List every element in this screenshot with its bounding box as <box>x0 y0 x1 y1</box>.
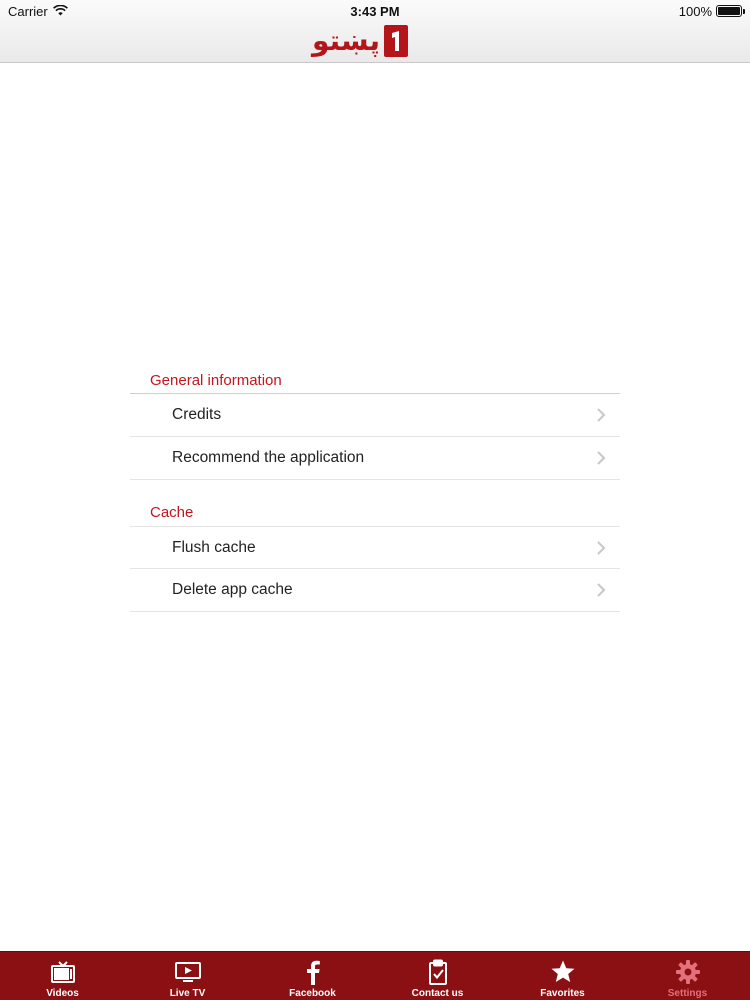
tab-favorites[interactable]: Favorites <box>500 952 625 1000</box>
carrier-label: Carrier <box>8 3 48 19</box>
tv-icon <box>50 959 76 985</box>
chevron-right-icon <box>597 408 606 422</box>
wifi-icon <box>52 4 68 19</box>
battery-fill <box>718 7 740 15</box>
chevron-right-icon <box>597 583 606 597</box>
chevron-right-icon <box>597 451 606 465</box>
section-header-general: General information <box>130 368 620 394</box>
tab-bar: Videos Live TV Facebook Contact us Favor… <box>0 951 750 1000</box>
row-label: Delete app cache <box>172 581 293 598</box>
flush-cache-row[interactable]: Flush cache <box>130 526 620 569</box>
status-bar: Carrier 3:43 PM 100% <box>0 0 750 22</box>
tab-label: Live TV <box>169 988 206 999</box>
tab-settings[interactable]: Settings <box>625 952 750 1000</box>
clipboard-check-icon <box>427 959 449 985</box>
row-label: Credits <box>172 406 222 423</box>
app-logo: پښتو <box>312 24 408 58</box>
tab-live-tv[interactable]: Live TV <box>125 952 250 1000</box>
tab-label: Settings <box>667 988 708 999</box>
tab-label: Favorites <box>540 988 585 999</box>
chevron-right-icon <box>597 540 606 555</box>
star-icon <box>550 959 576 985</box>
battery-icon <box>716 5 745 17</box>
credits-row[interactable]: Credits <box>130 394 620 437</box>
recommend-application-row[interactable]: Recommend the application <box>130 437 620 480</box>
play-screen-icon <box>174 959 202 985</box>
tab-facebook[interactable]: Facebook <box>250 952 375 1000</box>
gear-icon <box>675 959 701 985</box>
facebook-icon <box>305 959 321 985</box>
tab-contact-us[interactable]: Contact us <box>375 952 500 1000</box>
logo-text: پښتو <box>312 24 380 57</box>
tab-label: Videos <box>46 988 79 999</box>
delete-app-cache-row[interactable]: Delete app cache <box>130 569 620 612</box>
settings-list: General information Credits Recommend th… <box>130 368 620 612</box>
battery-percent: 100% <box>678 3 712 19</box>
row-label: Recommend the application <box>172 449 365 466</box>
tab-label: Contact us <box>411 988 464 999</box>
section-header-cache: Cache <box>150 504 194 521</box>
row-label: Flush cache <box>172 538 256 556</box>
tab-label: Facebook <box>289 988 336 999</box>
tab-videos[interactable]: Videos <box>0 952 125 1000</box>
clock: 3:43 PM <box>350 3 400 19</box>
logo-one-badge-icon <box>384 25 408 57</box>
